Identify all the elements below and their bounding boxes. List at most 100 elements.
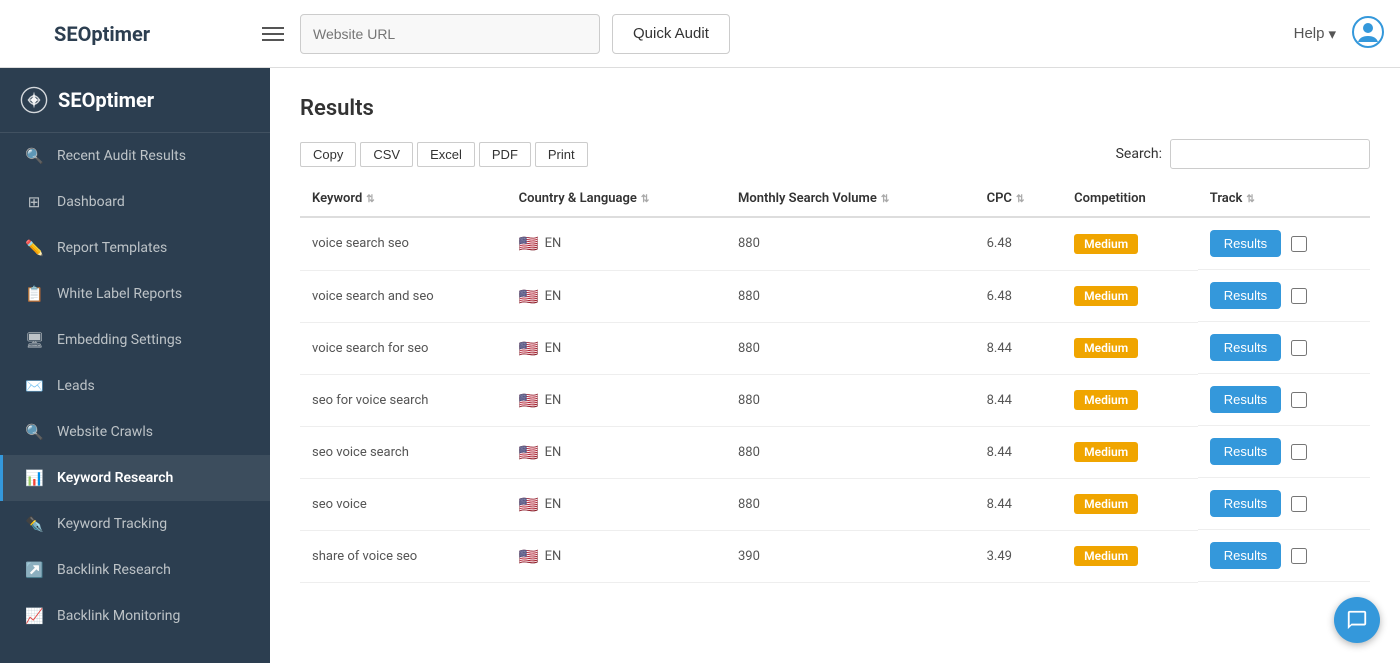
col-header-volume[interactable]: Monthly Search Volume⇅ xyxy=(726,181,975,217)
results-button[interactable]: Results xyxy=(1210,334,1281,361)
table-toolbar: CopyCSVExcelPDFPrint Search: xyxy=(300,139,1370,169)
country-cell: 🇺🇸EN xyxy=(507,478,726,530)
keyword-cell: voice search for seo xyxy=(300,322,507,374)
sidebar: SEOptimer 🔍Recent Audit Results⊞Dashboar… xyxy=(0,68,270,663)
results-button[interactable]: Results xyxy=(1210,542,1281,569)
results-button[interactable]: Results xyxy=(1210,282,1281,309)
results-button[interactable]: Results xyxy=(1210,490,1281,517)
embedding-icon: 🖥 xyxy=(25,331,43,349)
competition-cell: Medium xyxy=(1062,530,1198,582)
sidebar-logo-icon xyxy=(20,86,48,114)
table-header: Keyword⇅Country & Language⇅Monthly Searc… xyxy=(300,181,1370,217)
volume-cell: 880 xyxy=(726,270,975,322)
table-csv-button[interactable]: CSV xyxy=(360,142,413,167)
help-button[interactable]: Help ▾ xyxy=(1294,25,1336,43)
sidebar-item-label: Keyword Research xyxy=(57,470,173,486)
language-code: EN xyxy=(545,341,562,356)
keyword-cell: voice search and seo xyxy=(300,270,507,322)
competition-cell: Medium xyxy=(1062,478,1198,530)
competition-cell: Medium xyxy=(1062,270,1198,322)
sidebar-item-label: Leads xyxy=(57,378,95,394)
sidebar-item-dashboard[interactable]: ⊞Dashboard xyxy=(0,179,270,225)
keyword-cell: voice search seo xyxy=(300,217,507,270)
col-header-track[interactable]: Track⇅ xyxy=(1198,181,1370,217)
volume-cell: 880 xyxy=(726,374,975,426)
sidebar-item-keyword-tracking[interactable]: ✒️Keyword Tracking xyxy=(0,501,270,547)
leads-icon: ✉️ xyxy=(25,377,43,395)
sidebar-item-backlink-monitoring[interactable]: 📈Backlink Monitoring xyxy=(0,593,270,639)
competition-cell: Medium xyxy=(1062,217,1198,270)
sidebar-item-backlink-research[interactable]: ↗️Backlink Research xyxy=(0,547,270,593)
website-crawls-icon: 🔍 xyxy=(25,423,43,441)
sidebar-item-website-crawls[interactable]: 🔍Website Crawls xyxy=(0,409,270,455)
country-cell: 🇺🇸EN xyxy=(507,270,726,322)
volume-cell: 390 xyxy=(726,530,975,582)
brand-name: SEOptimer xyxy=(54,22,150,46)
track-checkbox[interactable] xyxy=(1291,288,1307,304)
main-content: Results CopyCSVExcelPDFPrint Search: Key… xyxy=(270,68,1400,663)
flag-icon: 🇺🇸 xyxy=(519,234,539,253)
track-checkbox[interactable] xyxy=(1291,496,1307,512)
sidebar-item-recent-audit[interactable]: 🔍Recent Audit Results xyxy=(0,133,270,179)
sort-icon: ⇅ xyxy=(881,194,889,205)
table-row: voice search seo🇺🇸EN8806.48MediumResults xyxy=(300,217,1370,270)
sidebar-item-white-label[interactable]: 📋White Label Reports xyxy=(0,271,270,317)
table-copy-button[interactable]: Copy xyxy=(300,142,356,167)
track-checkbox[interactable] xyxy=(1291,444,1307,460)
sidebar-item-leads[interactable]: ✉️ Leads xyxy=(0,363,270,409)
track-checkbox[interactable] xyxy=(1291,236,1307,252)
table-row: voice search for seo🇺🇸EN8808.44MediumRes… xyxy=(300,322,1370,374)
results-button[interactable]: Results xyxy=(1210,386,1281,413)
language-code: EN xyxy=(545,445,562,460)
keyword-research-icon: 📊 xyxy=(25,469,43,487)
chat-bubble-button[interactable] xyxy=(1334,597,1380,643)
competition-badge: Medium xyxy=(1074,390,1138,410)
sidebar-item-label: Report Templates xyxy=(57,240,167,256)
quick-audit-button[interactable]: Quick Audit xyxy=(612,14,730,54)
keyword-cell: seo for voice search xyxy=(300,374,507,426)
track-cell: Results xyxy=(1198,426,1370,478)
col-header-country[interactable]: Country & Language⇅ xyxy=(507,181,726,217)
volume-cell: 880 xyxy=(726,478,975,530)
flag-icon: 🇺🇸 xyxy=(519,443,539,462)
user-icon xyxy=(1352,16,1384,48)
competition-badge: Medium xyxy=(1074,286,1138,306)
hamburger-button[interactable] xyxy=(258,19,288,49)
user-icon-button[interactable] xyxy=(1352,16,1384,51)
content-inner: Results CopyCSVExcelPDFPrint Search: Key… xyxy=(270,68,1400,611)
results-button[interactable]: Results xyxy=(1210,438,1281,465)
table-buttons: CopyCSVExcelPDFPrint xyxy=(300,142,588,167)
sidebar-item-embedding[interactable]: 🖥 Embedding Settings xyxy=(0,317,270,363)
cpc-cell: 8.44 xyxy=(975,322,1063,374)
url-input[interactable] xyxy=(300,14,600,54)
country-cell: 🇺🇸 EN xyxy=(507,217,726,270)
sidebar-item-report-templates[interactable]: ✏️Report Templates xyxy=(0,225,270,271)
language-code: EN xyxy=(545,236,562,251)
cpc-cell: 8.44 xyxy=(975,374,1063,426)
results-button[interactable]: Results xyxy=(1210,230,1281,257)
track-cell: Results xyxy=(1198,270,1370,322)
search-input[interactable] xyxy=(1170,139,1370,169)
table-excel-button[interactable]: Excel xyxy=(417,142,475,167)
language-code: EN xyxy=(545,393,562,408)
language-code: EN xyxy=(545,497,562,512)
sidebar-item-keyword-research[interactable]: 📊 Keyword Research xyxy=(0,455,270,501)
col-header-keyword[interactable]: Keyword⇅ xyxy=(300,181,507,217)
topbar-left: SEOptimer Quick Audit xyxy=(16,14,730,54)
sort-icon: ⇅ xyxy=(1016,194,1024,205)
country-cell: 🇺🇸EN xyxy=(507,530,726,582)
track-checkbox[interactable] xyxy=(1291,392,1307,408)
table-pdf-button[interactable]: PDF xyxy=(479,142,531,167)
sidebar-item-label: Keyword Tracking xyxy=(57,516,167,532)
competition-badge: Medium xyxy=(1074,338,1138,358)
table-print-button[interactable]: Print xyxy=(535,142,588,167)
country-cell: 🇺🇸 EN xyxy=(507,426,726,478)
sidebar-brand-name: SEOptimer xyxy=(58,88,154,112)
sidebar-item-label: Embedding Settings xyxy=(57,332,182,348)
table-body: voice search seo🇺🇸EN8806.48MediumResults… xyxy=(300,217,1370,582)
col-header-cpc[interactable]: CPC⇅ xyxy=(975,181,1063,217)
track-checkbox[interactable] xyxy=(1291,548,1307,564)
track-checkbox[interactable] xyxy=(1291,340,1307,356)
cpc-cell: 8.44 xyxy=(975,426,1063,478)
table-row: share of voice seo🇺🇸EN3903.49MediumResul… xyxy=(300,530,1370,582)
